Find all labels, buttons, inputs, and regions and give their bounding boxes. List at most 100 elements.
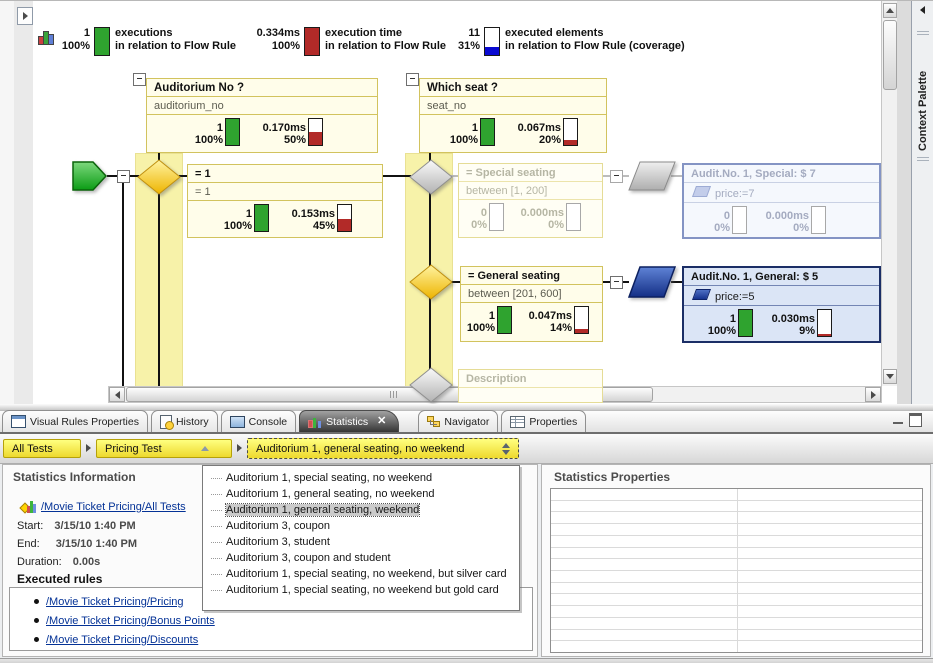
property-row [551,582,922,595]
node-auditorium-no[interactable]: Auditorium No ? auditorium_no 1 100% 0.17… [146,78,378,153]
tab-label: Console [248,415,288,428]
end-row: End: 3/15/10 1:40 PM [17,538,137,550]
close-tab-icon[interactable]: ✕ [377,416,386,427]
dropdown-item[interactable]: Auditorium 1, general seating, weekend [203,503,519,519]
all-tests-link[interactable]: /Movie Ticket Pricing/All Tests [41,501,186,513]
tab-visual-rules-properties[interactable]: Visual Rules Properties [2,410,148,432]
node-condition-eq-1[interactable]: = 1 = 1 1 100% 0.153ms 45% [187,164,383,238]
executed-rule-item: /Movie Ticket Pricing/Discounts [34,632,532,651]
dropdown-item[interactable]: Auditorium 1, general seating, no weeken… [203,487,519,503]
left-edge-strip [0,1,15,404]
dropdown-item[interactable]: Auditorium 1, special seating, no weeken… [203,567,519,583]
property-row [551,594,922,607]
action-parallelogram-general[interactable] [627,265,677,299]
decision-diamond-special[interactable] [409,159,453,195]
panel-title: Statistics Properties [554,470,671,484]
connector [383,175,411,177]
executions-bar [94,27,110,56]
dropdown-item[interactable]: Auditorium 3, coupon and student [203,551,519,567]
collapse-toggle-general-action[interactable] [610,276,623,289]
executions-percent: 100% [61,40,90,52]
node-result-general[interactable]: Audit.No. 1, General: $ 5 price:=5 1 100%… [682,266,881,343]
vertical-scroll-thumb[interactable] [883,20,897,90]
tab-statistics[interactable]: Statistics ✕ [299,410,400,432]
tab-properties[interactable]: Properties [501,410,587,432]
time-value: 0.334ms [256,27,300,39]
minimize-panel-icon[interactable] [893,418,903,424]
start-value: 3/15/10 1:40 PM [54,520,136,532]
collapse-toggle-auditorium[interactable] [133,73,146,86]
dropdown-item[interactable]: Auditorium 1, special seating, no weeken… [203,583,519,599]
context-palette-tab[interactable]: Context Palette [911,1,933,404]
scroll-left-button[interactable] [109,387,125,402]
dropdown-item[interactable]: Auditorium 1, special seating, no weeken… [203,471,519,487]
scroll-left-icon [114,390,120,399]
executed-rule-link[interactable]: /Movie Ticket Pricing/Pricing [46,596,184,608]
dropdown-item[interactable]: Auditorium 3, student [203,535,519,551]
left-toolbar-strip [14,1,34,404]
decision-diamond-auditorium[interactable] [137,159,181,195]
node-detail: between [201, 600] [461,285,602,303]
node-title: = Special seating [459,164,602,182]
node-assignment: price:=5 [684,286,879,306]
tab-label: Properties [529,415,578,428]
breadcrumb-all-tests-button[interactable]: All Tests [3,439,81,458]
visual-rules-properties-icon [11,415,26,428]
properties-table[interactable] [550,488,923,653]
property-row [551,489,922,501]
executed-rule-link[interactable]: /Movie Ticket Pricing/Bonus Points [46,615,215,627]
tab-navigator[interactable]: Navigator [418,410,499,432]
collapse-toggle-special-action[interactable] [610,170,623,183]
statistics-view-window: 1 100% executions in relation to Flow Rul… [0,0,933,663]
tab-label: Navigator [444,415,490,428]
property-row [551,559,922,572]
dropdown-spinner-icon[interactable] [502,442,510,455]
maximize-panel-icon[interactable] [909,413,922,427]
node-stats: 1 100% 0.153ms 45% [188,201,382,234]
breadcrumb-pricing-test-button[interactable]: Pricing Test [96,439,232,458]
duration-value: 0.00s [72,556,101,568]
flyout-arrow-icon [22,12,28,20]
start-row: Start: 3/15/10 1:40 PM [17,520,136,532]
dropdown-item[interactable]: Auditorium 3, coupon [203,519,519,535]
node-condition-general-seating[interactable]: = General seating between [201, 600] 1 10… [460,266,603,342]
scroll-down-button[interactable] [883,369,897,384]
coverage-values: 11 31% [440,27,480,53]
node-description-clipped[interactable]: Description [458,369,603,403]
test-case-dropdown-list[interactable]: Auditorium 1, special seating, no weeken… [202,465,520,611]
scroll-up-icon [886,8,894,13]
action-parallelogram-special[interactable] [627,160,677,192]
tab-console[interactable]: Console [220,410,297,432]
tab-history[interactable]: History [150,410,218,432]
node-condition-special-seating[interactable]: = Special seating between [1, 200] 0 0% 0… [458,163,603,238]
breadcrumb-arrow-icon [86,444,91,452]
flow-junction[interactable] [117,170,130,183]
node-result-special[interactable]: Audit.No. 1, Special: $ 7 price:=7 0 0% 0… [682,163,881,239]
window-bottom-edge [0,658,933,663]
node-stats: 1 100% 0.047ms 14% [461,303,602,336]
executions-count: 1 [83,27,90,39]
connector [122,181,124,387]
scroll-up-button[interactable] [883,3,897,18]
test-case-dropdown[interactable]: Auditorium 1, general seating, no weeken… [247,438,519,459]
property-row [551,617,922,630]
executed-rule-link[interactable]: /Movie Ticket Pricing/Discounts [46,634,198,646]
palette-flyout-button[interactable] [17,7,33,25]
property-row [551,524,922,536]
collapse-up-icon [201,446,209,451]
node-stats: 1 100% 0.067ms 20% [420,115,606,148]
node-which-seat[interactable]: Which seat ? seat_no 1 100% 0.067ms 20% [419,78,607,153]
rule-diagram-canvas[interactable]: 1 100% executions in relation to Flow Rul… [33,1,881,404]
palette-grip [912,31,933,35]
property-row [551,535,922,548]
vertical-scrollbar[interactable] [881,1,897,386]
decision-diamond-clipped[interactable] [409,367,453,403]
thumb-grip [389,391,397,398]
executed-rules-heading: Executed rules [17,572,103,586]
decision-diamond-general[interactable] [409,264,453,300]
property-row [551,606,922,618]
start-label: Start: [17,520,44,532]
start-node[interactable] [72,161,108,191]
scroll-right-button[interactable] [865,387,881,402]
collapse-toggle-which-seat[interactable] [406,73,419,86]
